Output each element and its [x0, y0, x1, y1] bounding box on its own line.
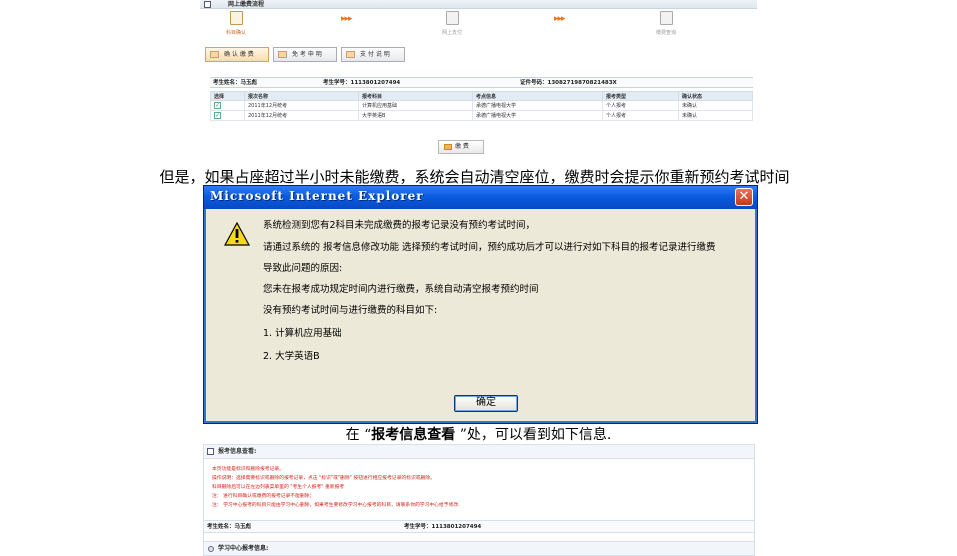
- student-name: 考生姓名：马玉彪: [207, 524, 252, 530]
- student-info-bar: 考生姓名：马玉彪 考生学号：1113801207494: [204, 520, 754, 533]
- help-icon: [346, 51, 355, 58]
- panel-header: 报考信息查看:: [204, 445, 754, 459]
- student-number: 考生学号：1113801207494: [404, 524, 482, 530]
- caption-suffix: ”处，可以看到如下信息.: [455, 427, 612, 443]
- table-row[interactable]: ✓ 2011年12月统考 计算机应用基础 承德广播电视大学 个人报考 未确认: [210, 100, 753, 111]
- button-label: 缴 费: [455, 143, 469, 150]
- panel-title: 报考信息查看:: [218, 448, 257, 455]
- step-online-payment[interactable]: 网上支付: [432, 11, 472, 41]
- dialog-message-line: 没有预约考试时间与进行缴费的科目如下:: [263, 305, 438, 316]
- column-header: 确认状态: [678, 91, 753, 101]
- registration-table: 选择 报次名称 报考科目 考点信息 报考类型 确认状态 ✓ 2011年12月统考…: [210, 91, 753, 121]
- step-subject-confirm[interactable]: 科目确认: [216, 11, 256, 41]
- registration-info-panel: 报考信息查看: 本页功能是标识和删除报考记录。 操作说明：选择需要标识或删除的报…: [203, 444, 755, 556]
- dialog-message-line: 导致此问题的原因:: [263, 263, 343, 274]
- table-cell: 承德广播电视大学: [472, 110, 603, 121]
- dialog-title: Microsoft Internet Explorer: [210, 189, 424, 203]
- button-label: 免 考 申 明: [292, 51, 322, 58]
- notice-line: 操作说明：选择需要标识或删除的报考记录，点击 "标识"或"删除" 按钮进行相应报…: [212, 476, 435, 481]
- caption-emphasis: 报考信息查看: [371, 427, 456, 443]
- pay-button[interactable]: 缴 费: [438, 140, 484, 154]
- warning-icon: [224, 222, 250, 246]
- page-icon: [204, 1, 211, 8]
- step-label: 科目确认: [225, 30, 246, 36]
- student-number: 考生学号：1113801207494: [323, 80, 401, 86]
- page-icon: [207, 448, 214, 455]
- table-cell: 个人报考: [602, 110, 679, 121]
- button-label: 确 认 缴 费: [224, 51, 254, 58]
- learning-center-header: 学习中心报考信息:: [204, 541, 754, 555]
- caption-prefix: 在 “: [345, 427, 372, 443]
- student-info-bar: 考生姓名：马玉彪 考生学号：1113801207494 证件号码：1308271…: [210, 77, 753, 88]
- dialog-body: 系统检测到您有2科目未完成缴费的报考记录没有预约考试时间， 请通过系统的 报考信…: [208, 209, 753, 421]
- notice-line: 本页功能是标识和删除报考记录。: [212, 467, 284, 472]
- ok-button[interactable]: 确定: [454, 395, 518, 412]
- card-icon: [445, 11, 459, 25]
- flow-arrow-icon: ▸▸▸: [341, 14, 353, 24]
- document-icon: [229, 11, 243, 25]
- column-header: 选择: [210, 91, 245, 101]
- row-checkbox[interactable]: ✓: [214, 102, 221, 109]
- table-cell: 2011年12月统考: [244, 110, 359, 121]
- column-header: 考点信息: [472, 91, 603, 101]
- id-card-number: 证件号码：13082719870821483X: [520, 80, 617, 86]
- dialog-titlebar[interactable]: Microsoft Internet Explorer ✕: [204, 186, 757, 209]
- panel-title: 网上缴费流程: [228, 1, 265, 8]
- table-cell: 未确认: [678, 100, 753, 111]
- step-label: 缴费查询: [655, 30, 676, 36]
- search-icon: [659, 11, 673, 25]
- wallet-icon: [210, 51, 219, 58]
- table-header-row: 选择 报次名称 报考科目 考点信息 报考类型 确认状态: [210, 91, 753, 101]
- dialog-message-line: 您未在报考成功规定时间内进行缴费，系统自动清空报考预约时间: [263, 284, 539, 295]
- table-cell: 个人报考: [602, 100, 679, 111]
- step-payment-query[interactable]: 缴费查询: [646, 11, 686, 41]
- close-icon: ✕: [738, 189, 750, 204]
- close-button[interactable]: ✕: [735, 188, 753, 206]
- table-cell: 承德广播电视大学: [472, 100, 603, 111]
- select-cell[interactable]: ✓: [210, 110, 245, 121]
- table-cell: 2011年12月统考: [244, 100, 359, 111]
- step-label: 网上支付: [441, 30, 462, 36]
- caption-seat-timeout: 但是，如果占座超过半小时未能缴费，系统会自动清空座位，缴费时会提示你重新预约考试…: [159, 168, 790, 186]
- flow-arrow-icon: ▸▸▸: [554, 14, 566, 24]
- row-checkbox[interactable]: ✓: [214, 112, 221, 119]
- notice-line: 注： 进行科目确认或缴费的报考记录不能删除；: [212, 494, 315, 499]
- dialog-message-line: 1. 计算机应用基础: [263, 328, 342, 339]
- column-header: 报次名称: [244, 91, 359, 101]
- bullet-icon: [208, 546, 214, 552]
- button-label: 支 付 说 明: [360, 51, 390, 58]
- panel-header: 网上缴费流程: [200, 0, 757, 9]
- column-header: 报考科目: [358, 91, 473, 101]
- caption-view-info: 在 “报考信息查看 ”处，可以看到如下信息.: [0, 424, 957, 444]
- section-title: 学习中心报考信息:: [218, 545, 269, 552]
- payment-help-button[interactable]: 支 付 说 明: [341, 47, 405, 62]
- table-cell: 未确认: [678, 110, 753, 121]
- notice-line: 科目删除后可以在左边列表菜单里的 "考生个人报考" 重新报考: [212, 485, 345, 490]
- notice-line: 注： 学习中心报考的科目只能由学习中心删除，如果考生要修改学习中心报考的科目，请…: [212, 503, 460, 508]
- column-header: 报考类型: [602, 91, 679, 101]
- wallet-icon: [444, 144, 452, 150]
- table-cell: 大学英语B: [358, 110, 473, 121]
- table-cell: 计算机应用基础: [358, 100, 473, 111]
- select-cell[interactable]: ✓: [210, 100, 245, 111]
- confirm-payment-button[interactable]: 确 认 缴 费: [205, 47, 269, 62]
- student-name: 考生姓名：马玉彪: [213, 80, 258, 86]
- dialog-message-line: 2. 大学英语B: [263, 351, 320, 362]
- exemption-statement-button[interactable]: 免 考 申 明: [273, 47, 337, 62]
- dialog-message-line: 请通过系统的 报考信息修改功能 选择预约考试时间，预约成功后才可以进行对如下科目…: [263, 242, 716, 253]
- pencil-icon: [278, 51, 287, 58]
- alert-dialog: Microsoft Internet Explorer ✕ 系统检测到您有2科目…: [203, 185, 758, 424]
- table-row[interactable]: ✓ 2011年12月统考 大学英语B 承德广播电视大学 个人报考 未确认: [210, 110, 753, 121]
- dialog-message-line: 系统检测到您有2科目未完成缴费的报考记录没有预约考试时间，: [263, 220, 536, 231]
- online-payment-panel: 网上缴费流程 科目确认 ▸▸▸ 网上支付 ▸▸▸ 缴费查询 确 认 缴 费 免 …: [200, 0, 757, 154]
